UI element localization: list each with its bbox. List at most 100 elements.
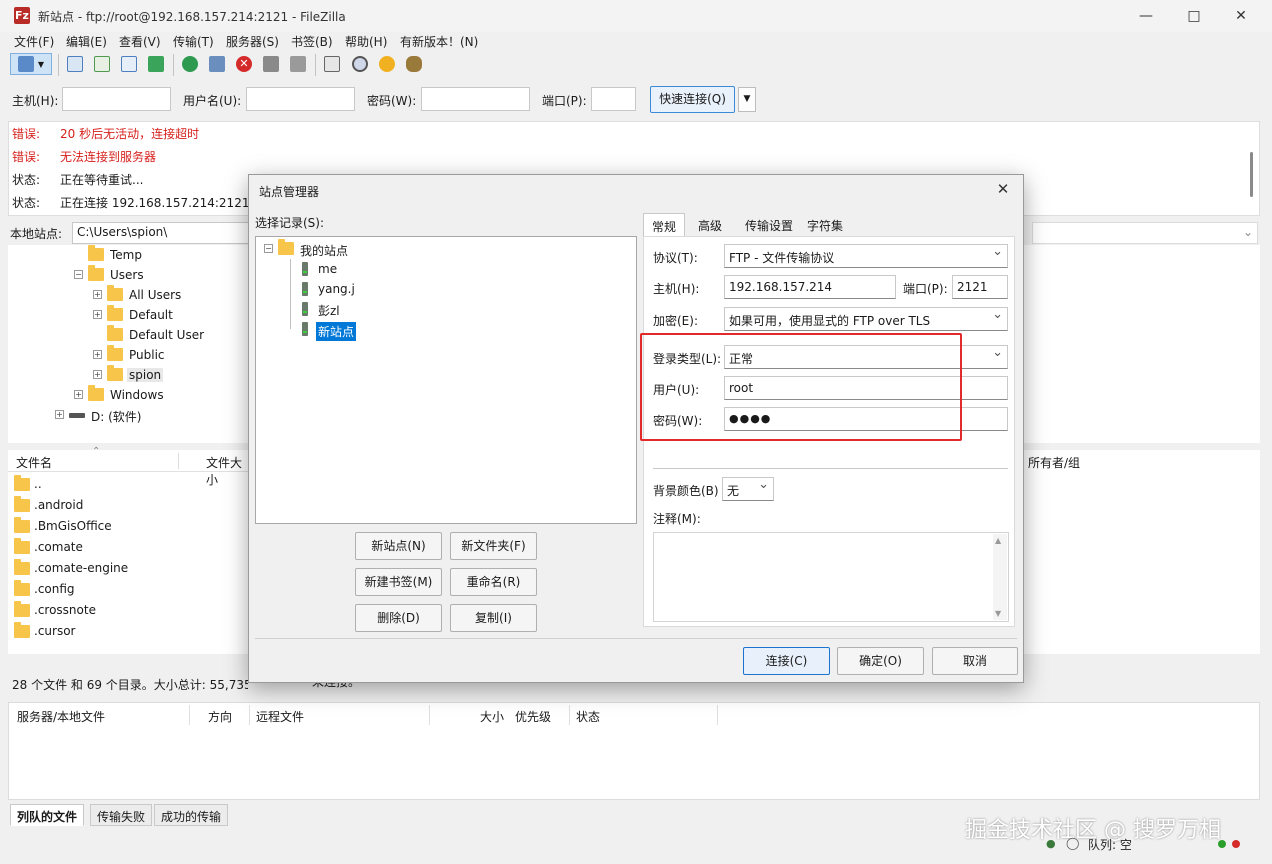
log-scrollbar[interactable] [1250,152,1253,197]
toolbar-separator [315,54,316,76]
filter-button[interactable] [321,53,343,75]
queue-column-status[interactable]: 状态 [576,708,600,725]
new-site-button[interactable]: 新站点(N) [355,532,442,560]
maximize-icon[interactable]: □ [1171,4,1217,28]
expand-icon[interactable]: + [55,410,64,419]
password-input[interactable] [421,87,530,111]
tab-advanced[interactable]: 高级 [690,213,730,237]
collapse-icon[interactable]: − [74,270,83,279]
host-input[interactable] [62,87,171,111]
sync-browse-button[interactable] [376,53,398,75]
select-entry-label: 选择记录(S): [255,216,325,230]
toggle-queue-button[interactable] [145,53,167,75]
file-name: .crossnote [34,603,96,617]
toggle-remote-tree-button[interactable] [118,53,140,75]
expand-icon[interactable]: + [93,370,102,379]
tree-item-label: Windows [110,388,164,402]
scroll-down-icon[interactable]: ▼ [995,609,1001,618]
file-list-header: 文件名 ⌃ 文件大小 [8,446,248,487]
collapse-icon[interactable]: − [264,244,273,253]
tab-failed-transfers[interactable]: 传输失败 [90,804,153,826]
refresh-button[interactable] [179,53,201,75]
local-tree-icon [94,56,110,72]
username-input[interactable] [246,87,355,111]
log-type: 错误: [12,127,41,141]
drive-icon [69,413,85,418]
close-icon[interactable]: ✕ [993,179,1013,199]
expand-icon[interactable]: + [93,350,102,359]
cancel-button[interactable]: 取消 [932,647,1018,675]
queue-column-remote[interactable]: 远程文件 [256,708,304,725]
process-queue-button[interactable] [206,53,228,75]
log-message: 正在连接 192.168.157.214:2121... [60,196,261,210]
close-icon[interactable]: ✕ [1218,4,1264,28]
protocol-select[interactable]: FTP - 文件传输协议 [724,244,1008,268]
column-filesize[interactable]: 文件大小 [206,454,248,488]
delete-button[interactable]: 删除(D) [355,604,442,632]
cancel-operation-button[interactable]: ✕ [233,53,255,75]
remote-file-list: 所有者/组 [1024,450,1260,654]
host-field[interactable]: 192.168.157.214 [724,275,896,299]
new-bookmark-button[interactable]: 新建书签(M) [355,568,442,596]
disconnect-button[interactable] [260,53,282,75]
tab-charset[interactable]: 字符集 [799,213,851,237]
rename-button[interactable]: 重命名(R) [450,568,537,596]
local-path-input[interactable]: C:\Users\spion\ [72,222,257,244]
background-color-select[interactable]: 无 [722,477,774,501]
remote-directory-tree [1024,245,1260,443]
column-owner-group[interactable]: 所有者/组 [1028,454,1080,471]
compare-button[interactable] [349,53,371,75]
quickconnect-dropdown[interactable]: ▼ [738,87,756,112]
menu-edit[interactable]: 编辑(E) [66,33,107,50]
ok-button[interactable]: 确定(O) [837,647,924,675]
encryption-select[interactable]: 如果可用，使用显式的 FTP over TLS [724,307,1008,331]
sort-ascending-icon: ⌃ [92,446,101,457]
menu-new-version[interactable]: 有新版本！(N) [400,33,478,50]
reconnect-button[interactable] [287,53,309,75]
toggle-local-tree-button[interactable] [91,53,113,75]
menu-transfer[interactable]: 传输(T) [173,33,214,50]
notes-scrollbar[interactable]: ▲ ▼ [993,534,1007,620]
folder-icon [14,517,30,533]
host-label: 主机(H): [12,94,59,108]
tab-transfer-settings[interactable]: 传输设置 [737,213,801,237]
settings-tabs: 常规 高级 传输设置 字符集 [643,213,1015,237]
toolbar-separator [58,54,59,76]
menu-bookmarks[interactable]: 书签(B) [291,33,333,50]
expand-icon[interactable]: + [74,390,83,399]
tab-successful-transfers[interactable]: 成功的传输 [154,804,229,826]
port-field[interactable]: 2121 [952,275,1008,299]
menu-server[interactable]: 服务器(S) [226,33,279,50]
queue-column-direction[interactable]: 方向 [208,708,232,725]
search-button[interactable] [403,53,425,75]
new-folder-button[interactable]: 新文件夹(F) [450,532,537,560]
menu-help[interactable]: 帮助(H) [345,33,387,50]
notes-textarea[interactable]: ▲ ▼ [653,532,1009,622]
queue-column-priority[interactable]: 优先级 [515,708,551,725]
queue-column-size[interactable]: 大小 [480,708,504,725]
site-manager-button[interactable]: ▼ [10,53,52,75]
scroll-up-icon[interactable]: ▲ [995,536,1001,545]
minimize-icon[interactable]: — [1123,4,1169,28]
column-divider [429,705,430,725]
tab-queued-files[interactable]: 列队的文件 [10,804,85,826]
copy-button[interactable]: 复制(I) [450,604,537,632]
expand-icon[interactable]: + [93,310,102,319]
column-filename[interactable]: 文件名 [16,454,52,471]
port-input[interactable] [591,87,636,111]
quickconnect-button[interactable]: 快速连接(Q) [650,86,735,113]
site-item-label: yang.j [318,282,355,296]
queue-column-server[interactable]: 服务器/本地文件 [17,708,105,725]
expand-icon[interactable]: + [93,290,102,299]
log-type: 状态: [12,196,41,210]
connect-button[interactable]: 连接(C) [743,647,830,675]
tab-general[interactable]: 常规 [643,213,686,237]
menu-file[interactable]: 文件(F) [14,33,54,50]
remote-path-input[interactable]: ⌄ [1032,222,1258,244]
log-message: 正在等待重试... [60,173,144,187]
chevron-down-icon: ⌄ [1242,225,1253,239]
log-message: 无法连接到服务器 [60,150,157,164]
menu-view[interactable]: 查看(V) [119,33,161,50]
toggle-log-button[interactable] [64,53,86,75]
site-item-label: me [318,262,338,276]
